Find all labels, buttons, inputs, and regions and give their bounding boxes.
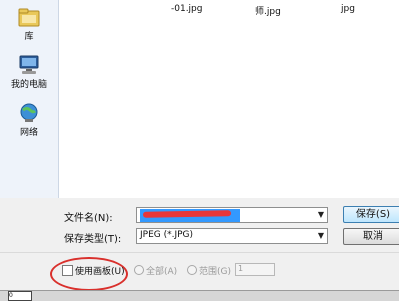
range-radio[interactable] xyxy=(187,265,197,275)
status-strip xyxy=(0,290,399,301)
filename-input[interactable]: ▼ xyxy=(136,207,328,223)
all-radio[interactable] xyxy=(134,265,144,275)
place-label: 我的电脑 xyxy=(10,80,47,90)
file-item[interactable]: -01.jpg xyxy=(171,4,203,14)
file-item[interactable]: jpg xyxy=(341,4,355,14)
chevron-down-icon[interactable]: ▼ xyxy=(318,231,324,240)
computer-icon xyxy=(19,55,39,74)
range-input[interactable]: 1 xyxy=(235,263,275,276)
filetype-label: 保存类型(T): xyxy=(64,234,122,245)
place-label: 网络 xyxy=(19,128,38,138)
chevron-down-icon[interactable]: ▼ xyxy=(318,210,324,219)
file-item[interactable]: 师.jpg xyxy=(255,4,281,17)
place-label: 库 xyxy=(24,32,34,42)
filetype-select[interactable]: JPEG (*.JPG) ▼ xyxy=(136,228,328,244)
place-network[interactable]: 网络 xyxy=(0,102,58,138)
use-artboard-label[interactable]: 使用画板(U) xyxy=(75,264,125,277)
use-artboard-checkbox[interactable] xyxy=(62,265,73,276)
cancel-button[interactable]: 取消 xyxy=(343,228,399,245)
filename-label: 文件名(N): xyxy=(64,213,113,224)
filetype-value: JPEG (*.JPG) xyxy=(140,230,194,240)
place-library[interactable]: 库 xyxy=(0,6,58,42)
save-as-dialog: 库 我的电脑 网络 -01.jpg 师.jpg jpg 文件名(N): ▼ 保存… xyxy=(0,0,399,301)
save-button[interactable]: 保存(S) xyxy=(343,206,399,223)
range-radio-label: 范围(G) xyxy=(199,267,231,277)
places-sidebar: 库 我的电脑 网络 xyxy=(0,0,59,198)
place-computer[interactable]: 我的电脑 xyxy=(0,54,58,90)
file-list-area[interactable]: -01.jpg 师.jpg jpg xyxy=(59,0,399,198)
network-globe-icon xyxy=(20,103,38,122)
library-folder-icon xyxy=(18,8,40,27)
all-radio-label: 全部(A) xyxy=(146,267,178,277)
